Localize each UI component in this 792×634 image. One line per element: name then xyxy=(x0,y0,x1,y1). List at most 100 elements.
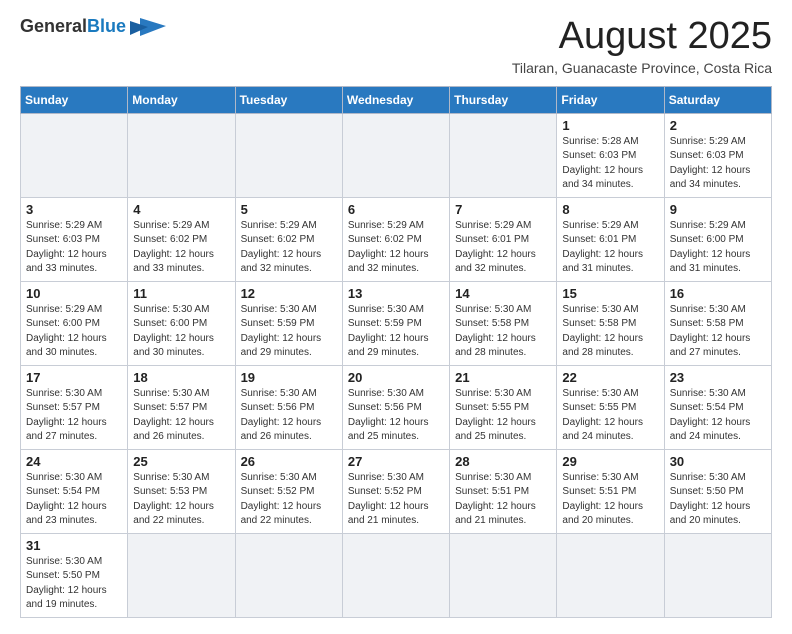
logo-icon xyxy=(130,16,166,38)
calendar-cell xyxy=(235,533,342,617)
calendar-cell: 21 Sunrise: 5:30 AM Sunset: 5:55 PM Dayli… xyxy=(450,365,557,449)
calendar-table: SundayMondayTuesdayWednesdayThursdayFrid… xyxy=(20,86,772,618)
day-number: 8 xyxy=(562,202,658,217)
calendar-cell xyxy=(235,113,342,197)
day-number: 27 xyxy=(348,454,444,469)
day-number: 3 xyxy=(26,202,122,217)
day-info: Sunrise: 5:30 AM Sunset: 6:00 PM Dayligh… xyxy=(133,303,229,361)
calendar-cell: 2Sunrise: 5:29 AM Sunset: 6:03 PM Daylig… xyxy=(664,113,771,197)
day-info: Sunrise: 5:30 AM Sunset: 5:57 PM Dayligh… xyxy=(26,387,122,445)
day-number: 25 xyxy=(133,454,229,469)
weekday-header: Thursday xyxy=(450,86,557,113)
day-info: Sunrise: 5:30 AM Sunset: 5:58 PM Dayligh… xyxy=(670,303,766,361)
day-number: 18 xyxy=(133,370,229,385)
calendar-cell: 14 Sunrise: 5:30 AM Sunset: 5:58 PM Dayli… xyxy=(450,281,557,365)
day-info: Sunrise: 5:30 AM Sunset: 5:53 PM Dayligh… xyxy=(133,471,229,529)
day-info: Sunrise: 5:30 AM Sunset: 5:51 PM Dayligh… xyxy=(455,471,551,529)
calendar-cell xyxy=(450,533,557,617)
calendar-cell: 19Sunrise: 5:30 AM Sunset: 5:56 PM Dayli… xyxy=(235,365,342,449)
calendar-cell xyxy=(342,113,449,197)
day-number: 30 xyxy=(670,454,766,469)
day-info: Sunrise: 5:30 AM Sunset: 5:58 PM Dayligh… xyxy=(455,303,551,361)
calendar-cell: 22 Sunrise: 5:30 AM Sunset: 5:55 PM Dayli… xyxy=(557,365,664,449)
day-number: 13 xyxy=(348,286,444,301)
calendar-cell xyxy=(557,533,664,617)
calendar-cell: 7 Sunrise: 5:29 AM Sunset: 6:01 PM Daylig… xyxy=(450,197,557,281)
calendar-cell: 15Sunrise: 5:30 AM Sunset: 5:58 PM Dayli… xyxy=(557,281,664,365)
calendar-subtitle: Tilaran, Guanacaste Province, Costa Rica xyxy=(512,60,772,76)
day-number: 2 xyxy=(670,118,766,133)
day-number: 24 xyxy=(26,454,122,469)
calendar-cell: 3 Sunrise: 5:29 AM Sunset: 6:03 PM Daylig… xyxy=(21,197,128,281)
day-info: Sunrise: 5:29 AM Sunset: 6:03 PM Dayligh… xyxy=(26,219,122,277)
calendar-cell: 20 Sunrise: 5:30 AM Sunset: 5:56 PM Dayli… xyxy=(342,365,449,449)
calendar-cell: 9Sunrise: 5:29 AM Sunset: 6:00 PM Daylig… xyxy=(664,197,771,281)
day-info: Sunrise: 5:30 AM Sunset: 5:50 PM Dayligh… xyxy=(670,471,766,529)
day-number: 31 xyxy=(26,538,122,553)
calendar-cell: 23 Sunrise: 5:30 AM Sunset: 5:54 PM Dayli… xyxy=(664,365,771,449)
calendar-cell: 4Sunrise: 5:29 AM Sunset: 6:02 PM Daylig… xyxy=(128,197,235,281)
calendar-cell: 8 Sunrise: 5:29 AM Sunset: 6:01 PM Daylig… xyxy=(557,197,664,281)
calendar-cell: 16 Sunrise: 5:30 AM Sunset: 5:58 PM Dayli… xyxy=(664,281,771,365)
day-info: Sunrise: 5:29 AM Sunset: 6:00 PM Dayligh… xyxy=(26,303,122,361)
weekday-header: Sunday xyxy=(21,86,128,113)
day-number: 16 xyxy=(670,286,766,301)
day-info: Sunrise: 5:30 AM Sunset: 5:52 PM Dayligh… xyxy=(241,471,337,529)
day-info: Sunrise: 5:29 AM Sunset: 6:02 PM Dayligh… xyxy=(241,219,337,277)
day-info: Sunrise: 5:30 AM Sunset: 5:54 PM Dayligh… xyxy=(670,387,766,445)
calendar-cell: 5 Sunrise: 5:29 AM Sunset: 6:02 PM Daylig… xyxy=(235,197,342,281)
day-number: 21 xyxy=(455,370,551,385)
calendar-cell xyxy=(21,113,128,197)
day-number: 29 xyxy=(562,454,658,469)
calendar-cell: 28Sunrise: 5:30 AM Sunset: 5:51 PM Dayli… xyxy=(450,449,557,533)
day-info: Sunrise: 5:29 AM Sunset: 6:01 PM Dayligh… xyxy=(562,219,658,277)
calendar-title-area: August 2025 Tilaran, Guanacaste Province… xyxy=(512,16,772,76)
day-info: Sunrise: 5:29 AM Sunset: 6:02 PM Dayligh… xyxy=(348,219,444,277)
day-number: 15 xyxy=(562,286,658,301)
calendar-cell: 10 Sunrise: 5:29 AM Sunset: 6:00 PM Dayli… xyxy=(21,281,128,365)
day-info: Sunrise: 5:30 AM Sunset: 5:56 PM Dayligh… xyxy=(241,387,337,445)
calendar-cell xyxy=(128,113,235,197)
day-info: Sunrise: 5:30 AM Sunset: 5:59 PM Dayligh… xyxy=(241,303,337,361)
day-number: 26 xyxy=(241,454,337,469)
day-number: 23 xyxy=(670,370,766,385)
day-number: 7 xyxy=(455,202,551,217)
calendar-cell xyxy=(664,533,771,617)
day-info: Sunrise: 5:29 AM Sunset: 6:01 PM Dayligh… xyxy=(455,219,551,277)
day-number: 12 xyxy=(241,286,337,301)
day-number: 14 xyxy=(455,286,551,301)
day-info: Sunrise: 5:30 AM Sunset: 5:55 PM Dayligh… xyxy=(562,387,658,445)
calendar-cell: 11Sunrise: 5:30 AM Sunset: 6:00 PM Dayli… xyxy=(128,281,235,365)
calendar-cell: 17Sunrise: 5:30 AM Sunset: 5:57 PM Dayli… xyxy=(21,365,128,449)
day-info: Sunrise: 5:30 AM Sunset: 5:59 PM Dayligh… xyxy=(348,303,444,361)
day-number: 5 xyxy=(241,202,337,217)
calendar-cell: 6Sunrise: 5:29 AM Sunset: 6:02 PM Daylig… xyxy=(342,197,449,281)
day-info: Sunrise: 5:30 AM Sunset: 5:55 PM Dayligh… xyxy=(455,387,551,445)
day-number: 10 xyxy=(26,286,122,301)
day-number: 20 xyxy=(348,370,444,385)
calendar-title: August 2025 xyxy=(512,16,772,58)
calendar-cell: 25 Sunrise: 5:30 AM Sunset: 5:53 PM Dayli… xyxy=(128,449,235,533)
calendar-cell: 29Sunrise: 5:30 AM Sunset: 5:51 PM Dayli… xyxy=(557,449,664,533)
calendar-cell: 18 Sunrise: 5:30 AM Sunset: 5:57 PM Dayli… xyxy=(128,365,235,449)
calendar-cell: 13 Sunrise: 5:30 AM Sunset: 5:59 PM Dayli… xyxy=(342,281,449,365)
day-number: 4 xyxy=(133,202,229,217)
weekday-header: Monday xyxy=(128,86,235,113)
weekday-header: Friday xyxy=(557,86,664,113)
day-info: Sunrise: 5:29 AM Sunset: 6:00 PM Dayligh… xyxy=(670,219,766,277)
calendar-cell: 30 Sunrise: 5:30 AM Sunset: 5:50 PM Dayli… xyxy=(664,449,771,533)
day-info: Sunrise: 5:30 AM Sunset: 5:50 PM Dayligh… xyxy=(26,555,122,613)
logo: GeneralBlue xyxy=(20,16,166,38)
day-number: 1 xyxy=(562,118,658,133)
calendar-cell: 27 Sunrise: 5:30 AM Sunset: 5:52 PM Dayli… xyxy=(342,449,449,533)
day-info: Sunrise: 5:30 AM Sunset: 5:52 PM Dayligh… xyxy=(348,471,444,529)
day-info: Sunrise: 5:28 AM Sunset: 6:03 PM Dayligh… xyxy=(562,135,658,193)
weekday-header: Wednesday xyxy=(342,86,449,113)
day-number: 22 xyxy=(562,370,658,385)
calendar-cell: 12 Sunrise: 5:30 AM Sunset: 5:59 PM Dayli… xyxy=(235,281,342,365)
day-info: Sunrise: 5:30 AM Sunset: 5:57 PM Dayligh… xyxy=(133,387,229,445)
day-info: Sunrise: 5:30 AM Sunset: 5:56 PM Dayligh… xyxy=(348,387,444,445)
calendar-cell: 1 Sunrise: 5:28 AM Sunset: 6:03 PM Daylig… xyxy=(557,113,664,197)
calendar-cell xyxy=(342,533,449,617)
weekday-header: Saturday xyxy=(664,86,771,113)
